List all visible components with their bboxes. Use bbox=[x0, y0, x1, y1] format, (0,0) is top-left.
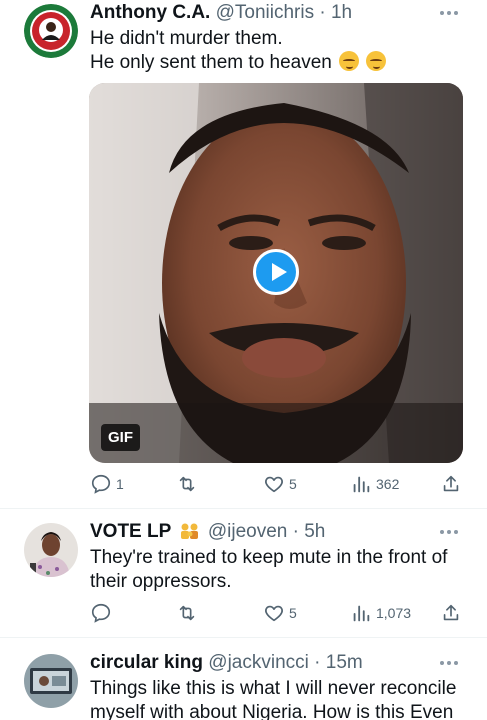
tweet-header: VOTE LP @ijeoven · 5h bbox=[90, 521, 325, 543]
tweet-1[interactable]: Anthony C.A. @Toniichris · 1h He didn't … bbox=[0, 0, 487, 508]
avatar[interactable] bbox=[24, 523, 78, 577]
family-emoji-icon bbox=[180, 523, 198, 539]
like-count: 5 bbox=[289, 605, 297, 621]
handle-and-time[interactable]: @jackvincci · 15m bbox=[208, 652, 362, 673]
view-count: 362 bbox=[376, 476, 400, 492]
display-name[interactable]: VOTE LP bbox=[90, 521, 171, 542]
tweet-header: circular king @jackvincci · 15m bbox=[90, 652, 363, 674]
tweet-line: He didn't murder them. bbox=[90, 28, 283, 49]
share-button[interactable] bbox=[440, 472, 462, 496]
tweet-3[interactable]: circular king @jackvincci · 15m Things l… bbox=[0, 638, 487, 720]
heart-icon bbox=[265, 476, 283, 493]
heart-icon bbox=[265, 605, 283, 622]
tweet-text: They're trained to keep mute in the fron… bbox=[90, 546, 447, 594]
views-button[interactable]: 362 bbox=[350, 472, 399, 496]
display-name[interactable]: circular king bbox=[90, 652, 203, 673]
views-button[interactable]: 1,073 bbox=[350, 601, 411, 625]
repost-button[interactable] bbox=[176, 472, 202, 496]
share-icon bbox=[443, 604, 459, 621]
like-button[interactable]: 5 bbox=[263, 472, 297, 496]
reply-button[interactable] bbox=[90, 601, 116, 625]
tweet-line: myself with about Nigeria. How is this E… bbox=[90, 702, 454, 720]
views-bar-chart-icon bbox=[353, 605, 370, 622]
gif-badge: GIF bbox=[101, 424, 140, 451]
tweet-2[interactable]: VOTE LP @ijeoven · 5h They're trained to… bbox=[0, 509, 487, 637]
smiling-face-with-tear-icon bbox=[366, 51, 387, 71]
more-options-icon[interactable] bbox=[439, 8, 459, 18]
repost-icon bbox=[179, 476, 195, 492]
like-button[interactable]: 5 bbox=[263, 601, 297, 625]
handle-and-time[interactable]: @ijeoven · 5h bbox=[208, 521, 326, 542]
share-button[interactable] bbox=[440, 601, 462, 625]
view-count: 1,073 bbox=[376, 605, 412, 621]
tweet-line-with-emoji: He only sent them to heaven bbox=[90, 51, 387, 75]
tweet-line: Things like this is what I will never re… bbox=[90, 678, 457, 699]
tweet-line: They're trained to keep mute in the fron… bbox=[90, 547, 448, 568]
action-bar: 1 5 362 bbox=[90, 472, 460, 496]
reply-button[interactable]: 1 bbox=[90, 472, 124, 496]
repost-icon bbox=[179, 605, 195, 621]
smiling-face-with-tear-icon bbox=[339, 51, 360, 71]
tweet-header: Anthony C.A. @Toniichris · 1h bbox=[90, 2, 352, 24]
play-button[interactable] bbox=[253, 249, 299, 295]
reply-count: 1 bbox=[116, 476, 124, 492]
reply-icon bbox=[91, 474, 111, 494]
gif-media[interactable]: GIF bbox=[89, 83, 463, 463]
action-bar: 5 1,073 bbox=[90, 601, 460, 625]
share-icon bbox=[443, 475, 459, 492]
like-count: 5 bbox=[289, 476, 297, 492]
avatar[interactable] bbox=[24, 654, 78, 708]
repost-button[interactable] bbox=[176, 601, 202, 625]
tweet-text: He didn't murder them. He only sent them… bbox=[90, 27, 387, 75]
more-options-icon[interactable] bbox=[439, 658, 459, 668]
more-options-icon[interactable] bbox=[439, 527, 459, 537]
reply-icon bbox=[91, 603, 111, 623]
display-name[interactable]: Anthony C.A. bbox=[90, 2, 210, 23]
handle-and-time[interactable]: @Toniichris · 1h bbox=[216, 2, 353, 23]
avatar[interactable] bbox=[24, 4, 78, 58]
views-bar-chart-icon bbox=[353, 476, 370, 493]
tweet-line: their oppressors. bbox=[90, 571, 232, 592]
tweet-line: He only sent them to heaven bbox=[90, 52, 332, 73]
tweet-text: Things like this is what I will never re… bbox=[90, 677, 456, 720]
